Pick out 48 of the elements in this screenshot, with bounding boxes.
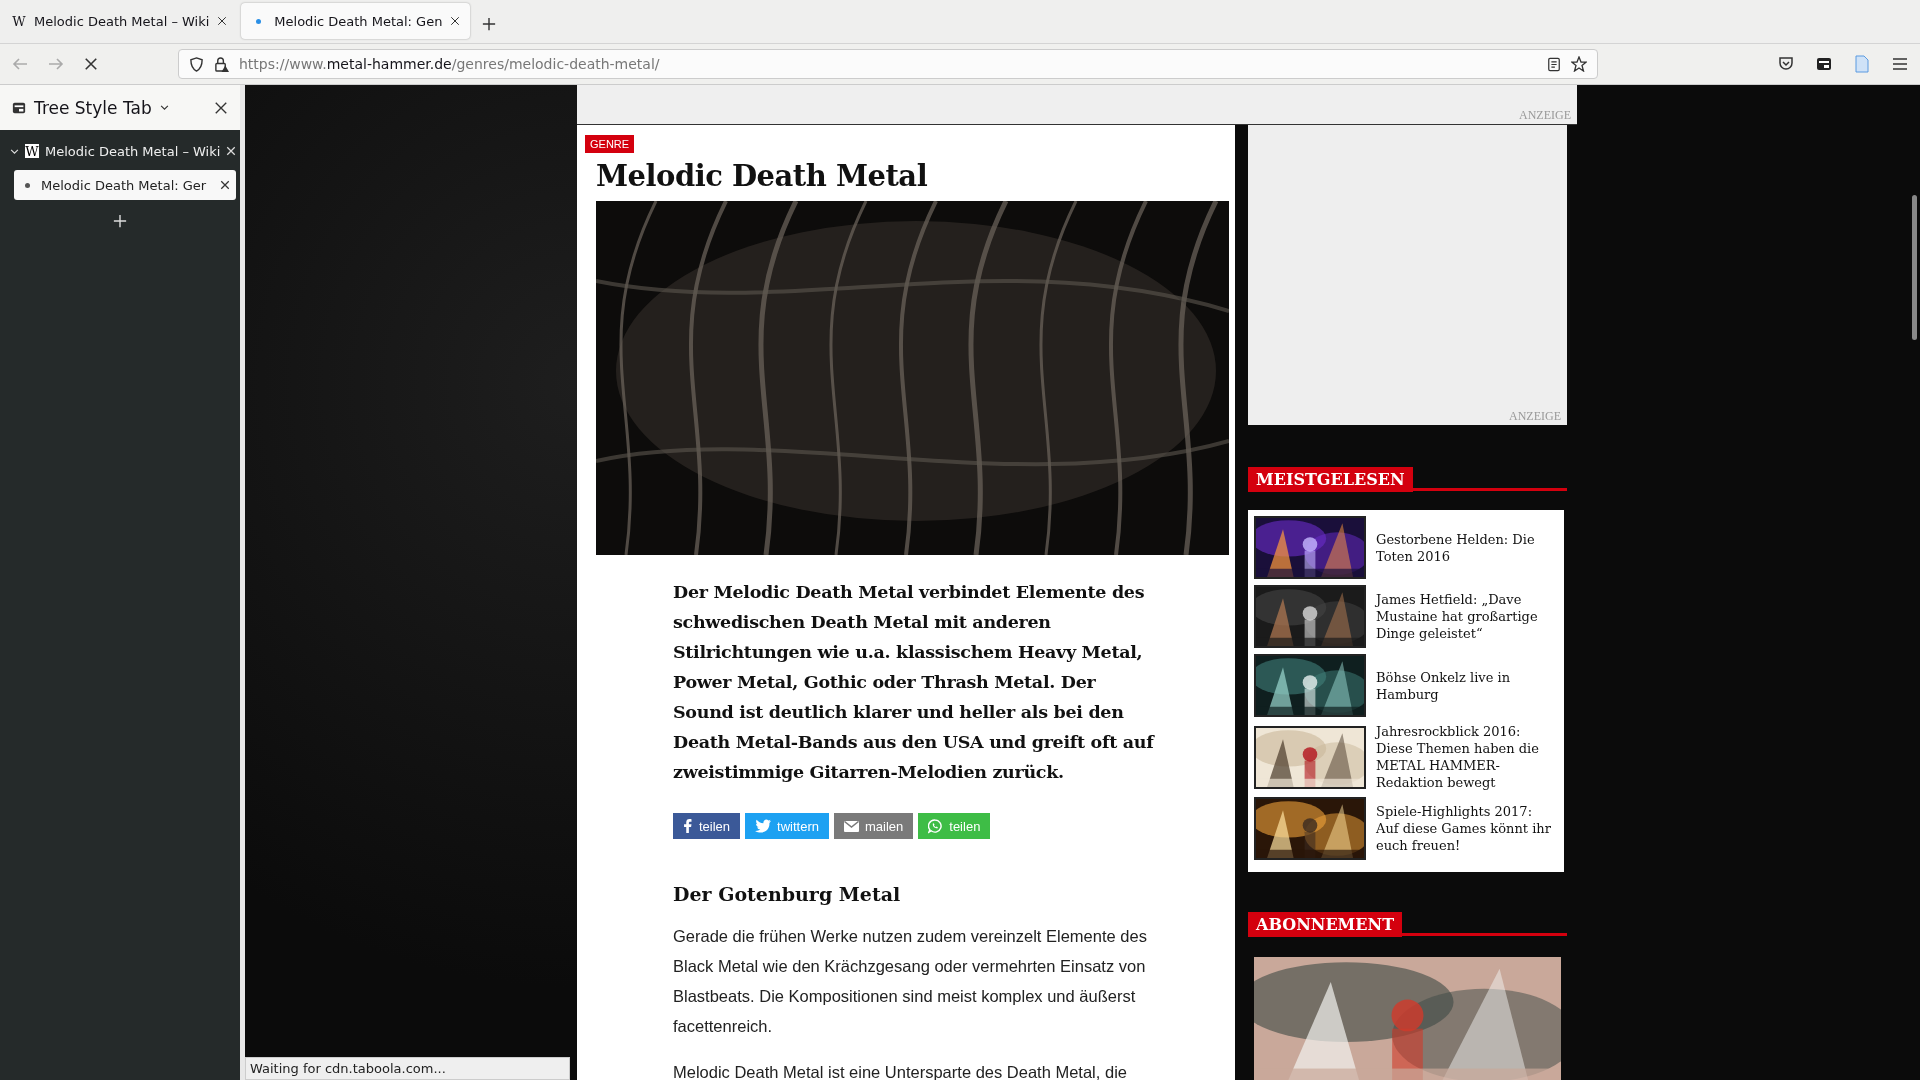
article-link[interactable]: James Hetfield: „Dave Mustaine hat großartige Dinge geleistet“ xyxy=(1376,591,1558,642)
url-text: https://www.metal-hammer.de/genres/melodic-death-metal/ xyxy=(239,56,661,72)
shield-icon xyxy=(189,56,204,72)
new-tab-icon[interactable] xyxy=(482,17,497,31)
section-title: ABONNEMENT xyxy=(1248,912,1403,937)
lead-paragraph: Der Melodic Death Metal verbindet Elemente des schwedischen Death Metal mit anderen Stilrichtungen wie u.a. klassischem Heavy Metal, Power Metal, Gothic oder Thrash Metal. Der Sound ist deutlich klarer und heller als bei den Death Metal-Bands aus den USA und greift oft auf zweistimmige Gitarren-Melodien zurück. xyxy=(673,581,1155,784)
section-title: MEISTGELESEN xyxy=(1248,467,1413,492)
wikipedia-icon: W xyxy=(25,144,39,158)
close-icon[interactable] xyxy=(214,100,228,115)
envelope-icon xyxy=(844,820,859,832)
loading-dot-icon xyxy=(25,182,30,188)
share-button[interactable]: teilen xyxy=(673,813,741,839)
article-link[interactable]: Jahresrockblick 2016: Diese Themen haben die METAL HAMMER-Redaktion bewegt xyxy=(1376,723,1558,791)
tree-tab[interactable]: Melodic Death Metal: Ger xyxy=(14,170,236,200)
bird-icon xyxy=(755,819,772,833)
chevron-down-icon[interactable] xyxy=(159,103,169,112)
browser-tab[interactable]: Melodic Death Metal: Gen xyxy=(241,3,471,39)
ad-label: ANZEIGE xyxy=(1509,409,1561,424)
sidebar-title[interactable]: Tree Style Tab xyxy=(34,97,152,118)
address-bar[interactable]: https://www.metal-hammer.de/genres/melodic-death-metal/ xyxy=(178,49,1598,79)
facebook-icon xyxy=(683,819,693,833)
share-button[interactable]: mailen xyxy=(834,813,914,839)
scrollbar-thumb[interactable] xyxy=(1912,195,1917,340)
article-link[interactable]: Böhse Onkelz live in Hamburg xyxy=(1376,668,1558,703)
close-icon[interactable] xyxy=(220,180,230,190)
section-heading: Der Gotenburg Metal xyxy=(673,883,902,905)
article-link[interactable]: Gestorbene Helden: Die Toten 2016 xyxy=(1376,530,1558,565)
chevron-down-icon[interactable] xyxy=(10,146,19,156)
genre-tag[interactable]: GENRE xyxy=(585,135,635,153)
paragraph: Gerade die frühen Werke nutzen zudem vereinzelt Elemente des Black Metal wie den Krächzgesang oder vermehrten Einsatz von Blastbeats. Die Kompositionen sind meist komplex und äußerst facettenreich. xyxy=(673,926,1148,1037)
article-link[interactable]: Spiele-Highlights 2017: Auf diese Games könnt ihr euch freuen! xyxy=(1376,803,1558,854)
reader-view-icon[interactable] xyxy=(1547,56,1561,72)
close-icon[interactable] xyxy=(450,16,461,26)
browser-tab[interactable]: W Melodic Death Metal – Wiki xyxy=(2,3,238,39)
phone-bubble-icon xyxy=(928,818,944,834)
menu-icon[interactable] xyxy=(1892,56,1908,72)
sidebar-icon xyxy=(12,100,26,115)
lock-warning-icon xyxy=(214,56,229,72)
status-text: Waiting for cdn.taboola.com... xyxy=(245,1057,570,1080)
ad-label: ANZEIGE xyxy=(1519,108,1571,123)
close-icon[interactable] xyxy=(217,16,228,26)
stop-icon[interactable] xyxy=(84,57,98,71)
pocket-icon[interactable] xyxy=(1778,56,1794,72)
article-title: Melodic Death Metal xyxy=(596,159,929,193)
tree-tab[interactable]: W Melodic Death Metal – Wiki xyxy=(4,136,236,166)
sidebar-icon[interactable] xyxy=(1816,56,1832,72)
wikipedia-icon: W xyxy=(12,14,26,28)
star-icon[interactable] xyxy=(1571,56,1587,72)
